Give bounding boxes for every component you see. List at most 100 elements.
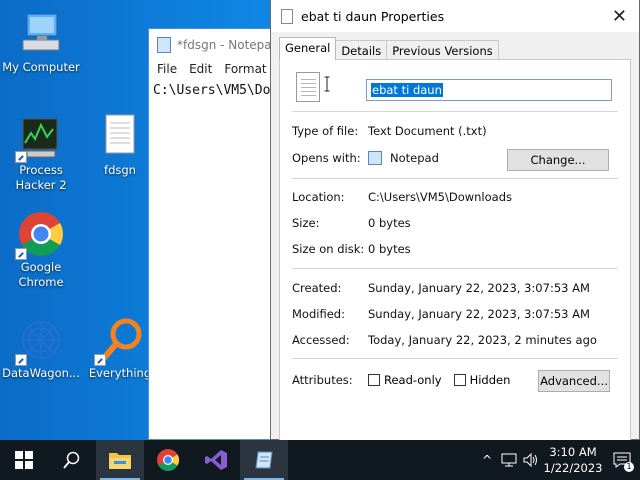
created-row: Created: Sunday, January 22, 2023, 3:07:…	[292, 281, 590, 295]
type-of-file-label: Type of file:	[292, 124, 359, 138]
type-of-file-row: Type of file: Text Document (.txt)	[292, 124, 487, 138]
type-of-file-value: Text Document (.txt)	[368, 124, 487, 138]
properties-tabs: General Details Previous Versions	[279, 37, 499, 60]
size-row: Size: 0 bytes	[292, 216, 411, 230]
shortcut-arrow-icon	[94, 354, 106, 366]
notepad-text-area[interactable]: C:\Users\VM5\Do	[149, 80, 287, 101]
accessed-label: Accessed:	[292, 333, 350, 347]
menu-format[interactable]: Format	[218, 60, 272, 80]
taskbar-file-explorer[interactable]	[96, 440, 144, 480]
start-button[interactable]	[0, 440, 48, 480]
tab-general[interactable]: General	[279, 37, 337, 60]
notepad-icon	[157, 36, 171, 53]
notepad-titlebar[interactable]: *fdsgn - Notepad	[149, 29, 287, 60]
divider	[292, 358, 618, 359]
taskbar: ^ 3:10 AM 1/22/2023 1	[0, 440, 640, 480]
location-label: Location:	[292, 190, 345, 204]
accessed-value: Today, January 22, 2023, 2 minutes ago	[368, 333, 597, 347]
desktop-icon-google-chrome[interactable]: Google Chrome	[0, 210, 82, 290]
desktop-icon-label: Process Hacker 2	[15, 163, 67, 192]
chrome-icon	[157, 449, 179, 471]
tab-details[interactable]: Details	[335, 40, 388, 60]
notification-center-button[interactable]: 1	[604, 440, 640, 480]
taskbar-notepad[interactable]	[240, 440, 288, 480]
hidden-checkbox[interactable]: Hidden	[453, 373, 511, 387]
desktop-icon-datawagon[interactable]: DataWagon...	[0, 316, 82, 381]
desktop-icon-label: My Computer	[2, 60, 80, 74]
desktop-icon-label: DataWagon...	[2, 366, 80, 380]
shortcut-arrow-icon	[15, 354, 27, 366]
everything-search-icon	[94, 316, 144, 366]
clock[interactable]: 3:10 AM 1/22/2023	[542, 444, 604, 476]
process-hacker-icon	[15, 113, 65, 163]
readonly-checkbox[interactable]: Read-only	[368, 373, 442, 387]
taskbar-chrome[interactable]	[144, 440, 192, 480]
size-on-disk-label: Size on disk:	[292, 242, 365, 256]
properties-dialog[interactable]: ebat ti daun Properties ✕ General Detail…	[270, 0, 640, 440]
search-button[interactable]	[48, 440, 96, 480]
menu-edit[interactable]: Edit	[183, 60, 218, 80]
menu-file[interactable]: File	[151, 60, 183, 80]
windows-logo-icon	[15, 451, 33, 469]
desktop-icon-label: Google Chrome	[18, 260, 64, 289]
text-file-icon	[96, 113, 144, 161]
attributes-row: Attributes: Read-only Hidden	[292, 373, 510, 387]
text-document-icon	[296, 72, 320, 102]
file-name-selected-text: ebat ti daun	[371, 83, 443, 97]
notepad-icon	[255, 451, 273, 469]
size-on-disk-row: Size on disk: 0 bytes	[292, 242, 411, 256]
opens-with-value: Notepad	[390, 151, 439, 165]
tab-previous-versions[interactable]: Previous Versions	[386, 40, 499, 60]
datawagon-icon	[15, 316, 65, 366]
size-on-disk-value: 0 bytes	[368, 242, 411, 256]
volume-icon[interactable]	[520, 440, 542, 480]
readonly-label: Read-only	[384, 373, 442, 387]
chrome-icon	[15, 210, 65, 260]
text-cursor-icon	[324, 76, 330, 92]
tray-chevron-icon[interactable]: ^	[476, 440, 498, 480]
divider	[292, 178, 618, 179]
change-button[interactable]: Change...	[507, 149, 609, 171]
modified-label: Modified:	[292, 307, 345, 321]
checkbox-box	[453, 374, 466, 386]
close-button[interactable]: ✕	[612, 6, 627, 27]
checkbox-box	[368, 374, 380, 386]
size-value: 0 bytes	[368, 216, 411, 230]
shortcut-arrow-icon	[15, 248, 27, 260]
notepad-title: *fdsgn - Notepad	[177, 37, 280, 52]
notepad-menubar: File Edit Format	[149, 60, 287, 80]
modified-row: Modified: Sunday, January 22, 2023, 3:07…	[292, 307, 590, 321]
divider	[292, 111, 618, 112]
search-icon	[63, 451, 80, 469]
shortcut-arrow-icon	[15, 151, 27, 163]
notification-badge: 1	[624, 462, 634, 472]
advanced-button[interactable]: Advanced...	[538, 370, 610, 392]
location-value: C:\Users\VM5\Downloads	[368, 190, 512, 204]
folder-icon	[109, 453, 131, 469]
notepad-window[interactable]: *fdsgn - Notepad File Edit Format C:\Use…	[148, 28, 288, 440]
location-row: Location: C:\Users\VM5\Downloads	[292, 190, 512, 204]
file-name-input[interactable]: ebat ti daun	[366, 79, 612, 101]
modified-value: Sunday, January 22, 2023, 3:07:53 AM	[368, 307, 590, 321]
divider	[292, 268, 618, 269]
system-tray: ^ 3:10 AM 1/22/2023 1	[476, 440, 640, 480]
created-label: Created:	[292, 281, 342, 295]
general-tab-panel: ebat ti daun Type of file: Text Document…	[279, 59, 631, 440]
properties-titlebar[interactable]: ebat ti daun Properties	[271, 0, 639, 32]
properties-title: ebat ti daun Properties	[301, 8, 445, 24]
attributes-label: Attributes:	[292, 373, 353, 387]
computer-icon	[17, 10, 65, 58]
file-icon	[281, 8, 293, 24]
size-label: Size:	[292, 216, 320, 230]
created-value: Sunday, January 22, 2023, 3:07:53 AM	[368, 281, 590, 295]
visual-studio-icon	[205, 450, 227, 470]
desktop-icon-my-computer[interactable]: My Computer	[0, 10, 82, 75]
desktop-icon-process-hacker[interactable]: Process Hacker 2	[0, 113, 82, 193]
clock-date: 1/22/2023	[543, 461, 603, 475]
notepad-app-icon	[368, 151, 382, 165]
taskbar-visual-studio[interactable]	[192, 440, 240, 480]
hidden-label: Hidden	[469, 373, 511, 387]
network-icon[interactable]	[498, 440, 520, 480]
opens-with-label: Opens with:	[292, 151, 361, 165]
clock-time: 3:10 AM	[549, 445, 597, 459]
